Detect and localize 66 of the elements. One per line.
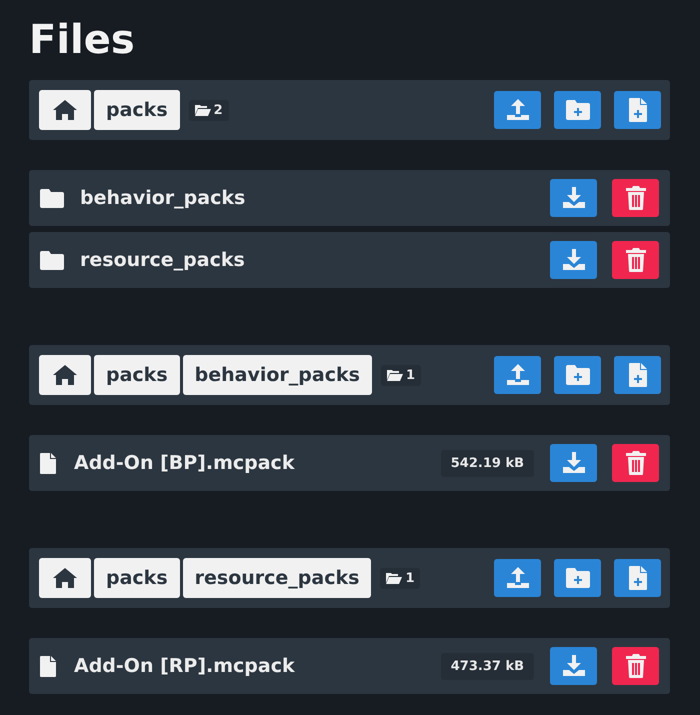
- trash-icon: [626, 654, 646, 678]
- trash-icon: [626, 451, 646, 475]
- home-button[interactable]: [39, 558, 91, 598]
- folder-icon: [386, 572, 402, 584]
- file-row[interactable]: Add-On [BP].mcpack 542.19 kB: [29, 435, 670, 491]
- page-title: Files: [29, 16, 136, 65]
- file-size: 473.37 kB: [440, 652, 534, 680]
- upload-button[interactable]: [494, 559, 541, 597]
- delete-button[interactable]: [612, 179, 659, 217]
- new-folder-button[interactable]: [554, 559, 601, 597]
- home-icon: [52, 567, 78, 589]
- folder-icon: [40, 250, 64, 270]
- file-row[interactable]: Add-On [RP].mcpack 473.37 kB: [29, 638, 670, 694]
- new-file-button[interactable]: [614, 91, 661, 129]
- folder-name: behavior_packs: [80, 187, 246, 209]
- folder-count: 1: [380, 364, 421, 386]
- upload-button[interactable]: [494, 91, 541, 129]
- download-button[interactable]: [550, 647, 597, 685]
- home-button[interactable]: [39, 90, 91, 130]
- folder-plus-icon: [566, 100, 590, 120]
- download-icon: [562, 451, 586, 475]
- folder-plus-icon: [566, 365, 590, 385]
- breadcrumb-button[interactable]: resource_packs: [182, 558, 372, 598]
- new-file-button[interactable]: [614, 559, 661, 597]
- file-icon: [40, 656, 56, 676]
- folder-row[interactable]: resource_packs: [29, 232, 670, 288]
- download-button[interactable]: [550, 179, 597, 217]
- breadcrumb-button[interactable]: packs: [94, 558, 180, 598]
- breadcrumb-button[interactable]: packs: [94, 355, 180, 395]
- file-plus-icon: [628, 566, 646, 590]
- trash-icon: [626, 186, 646, 210]
- download-button[interactable]: [550, 444, 597, 482]
- download-icon: [562, 248, 586, 272]
- breadcrumb-button[interactable]: behavior_packs: [182, 355, 372, 395]
- upload-icon: [506, 363, 530, 387]
- delete-button[interactable]: [612, 647, 659, 685]
- upload-button[interactable]: [494, 356, 541, 394]
- upload-icon: [506, 98, 530, 122]
- folder-row[interactable]: behavior_packs: [29, 170, 670, 226]
- new-file-button[interactable]: [614, 356, 661, 394]
- folder-count: 2: [188, 100, 229, 120]
- file-name: Add-On [RP].mcpack: [74, 655, 295, 677]
- download-button[interactable]: [550, 241, 597, 279]
- folder-count: 1: [380, 568, 420, 588]
- home-icon: [52, 364, 78, 386]
- file-plus-icon: [628, 98, 646, 122]
- new-folder-button[interactable]: [554, 91, 601, 129]
- file-icon: [40, 452, 56, 474]
- file-size: 542.19 kB: [440, 450, 534, 476]
- delete-button[interactable]: [612, 241, 659, 279]
- new-folder-button[interactable]: [554, 356, 601, 394]
- file-plus-icon: [628, 363, 646, 387]
- folder-icon: [40, 188, 64, 208]
- trash-icon: [626, 248, 646, 272]
- file-name: Add-On [BP].mcpack: [74, 452, 294, 474]
- folder-plus-icon: [566, 568, 590, 588]
- download-icon: [562, 654, 586, 678]
- download-icon: [562, 186, 586, 210]
- folder-icon: [386, 369, 403, 381]
- folder-icon: [194, 104, 211, 116]
- upload-icon: [506, 566, 530, 590]
- home-button[interactable]: [39, 355, 91, 395]
- folder-name: resource_packs: [80, 249, 245, 271]
- delete-button[interactable]: [612, 444, 659, 482]
- breadcrumb-button[interactable]: packs: [94, 90, 180, 130]
- home-icon: [52, 99, 78, 121]
